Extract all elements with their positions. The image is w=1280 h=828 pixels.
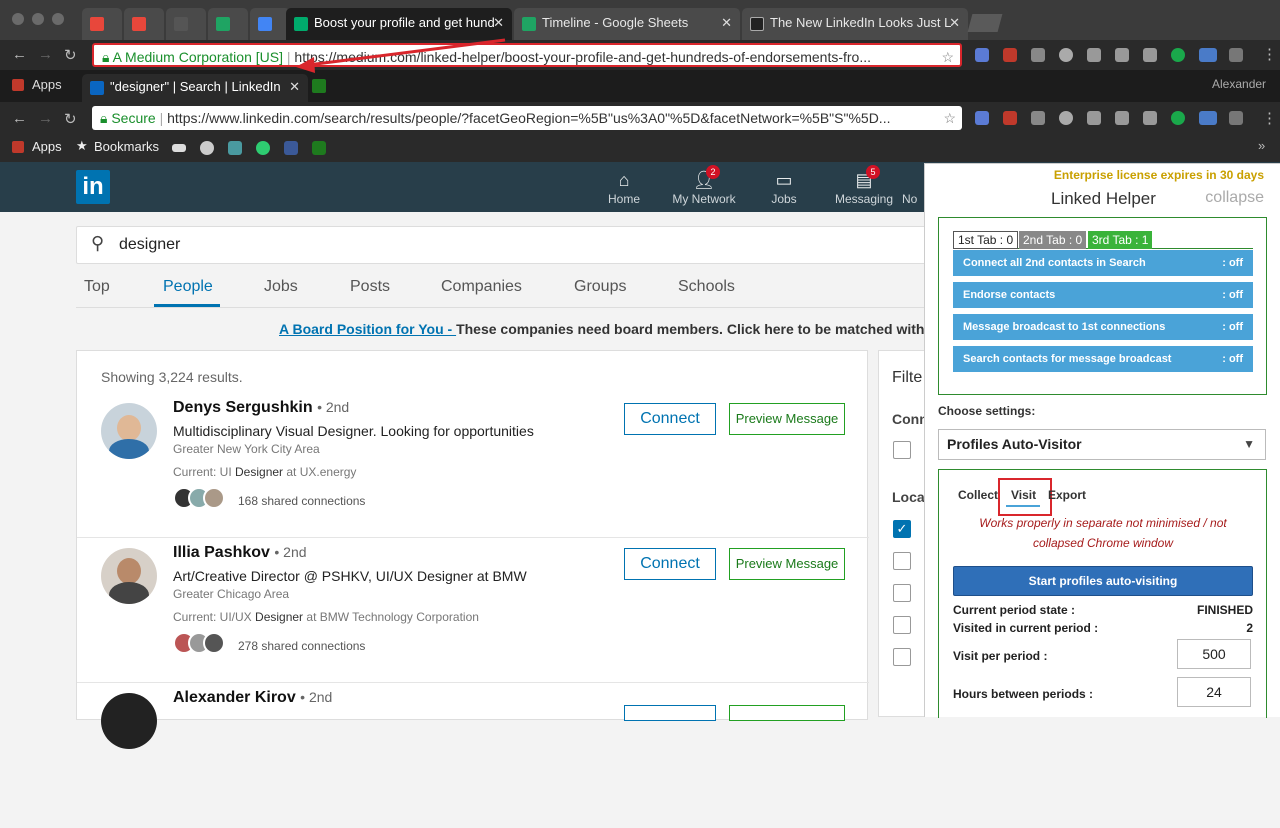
linkedin-logo[interactable]: in [76,170,110,204]
results-card: Showing 3,224 results. Denys Sergushkin … [76,350,869,749]
avatar[interactable] [101,403,157,459]
window-warning: Works properly in separate not minimised… [979,516,1227,550]
choose-settings-label: Choose settings: [938,404,1036,418]
filter-checkbox[interactable] [893,441,911,459]
person-current: Current: UI Designer at UX.energy [173,465,357,479]
search-box[interactable]: ⚲ designer [76,226,936,264]
tab-groups[interactable]: Groups [574,278,626,296]
search-contacts-button[interactable]: Search contacts for message broadcast: o… [953,346,1253,372]
nav-label: No [902,192,918,206]
connect-button[interactable]: Connect [624,403,716,435]
chevron-down-icon: ▼ [1243,437,1255,451]
nav-my-network[interactable]: 👤︎ 2 My Network [664,165,744,206]
annotation-box [998,478,1052,516]
tab-people[interactable]: People [163,278,213,296]
linked-helper-panel: Enterprise license expires in 30 days Li… [924,163,1280,718]
person-name[interactable]: Denys Sergushkin • 2nd [173,399,349,417]
shared-connections[interactable]: 278 shared connections [238,639,365,653]
tab-top[interactable]: Top [84,278,110,296]
filter-checkbox[interactable] [893,648,911,666]
chat-icon: ▤ [855,170,873,190]
result-row: Illia Pashkov • 2nd Art/Creative Directo… [77,538,869,683]
notification-badge: 2 [706,165,720,179]
subtab-collect[interactable]: Collect [958,488,998,502]
tab-jobs[interactable]: Jobs [264,278,298,296]
person-location: Greater Chicago Area [173,587,290,601]
nav-messaging[interactable]: ▤ 5 Messaging [824,165,904,206]
shared-connection-avatars[interactable] [173,487,225,512]
home-icon: ⌂ [618,170,630,190]
bell-icon [902,170,924,192]
nav-label: My Network [672,192,736,206]
filters-heading: Filte [892,369,923,386]
nav-label: Home [607,192,640,206]
tab-schools[interactable]: Schools [678,278,735,296]
ad-banner[interactable]: A Board Position for You - These compani… [279,321,924,337]
period-state-value: FINISHED [1196,603,1253,617]
avatar[interactable] [101,548,157,604]
tab-companies[interactable]: Companies [441,278,522,296]
person-name[interactable]: Alexander Kirov • 2nd [173,689,332,707]
person-headline: Multidisciplinary Visual Designer. Looki… [173,423,534,439]
preview-message-button[interactable]: Preview Message [729,403,845,435]
panel-title: Linked Helper [1051,189,1156,208]
subtab-export[interactable]: Export [1048,488,1086,502]
person-location: Greater New York City Area [173,442,320,456]
person-headline: Art/Creative Director @ PSHKV, UI/UX Des… [173,568,527,584]
helper-tabs: 1st Tab : 0 2nd Tab : 0 3rd Tab : 1 [953,231,1253,249]
people-icon: 👤︎ [692,170,716,190]
hours-between-input[interactable]: 24 [1177,677,1251,707]
nav-jobs[interactable]: ▭ Jobs [744,170,824,206]
nav-home[interactable]: ⌂ Home [584,170,664,206]
endorse-contacts-button[interactable]: Endorse contacts: off [953,282,1253,308]
result-row: Alexander Kirov • 2nd [77,683,869,828]
result-row: Denys Sergushkin • 2nd Multidisciplinary… [77,393,869,538]
connect-button[interactable]: Connect [624,548,716,580]
connection-degree: • 2nd [300,689,333,705]
filter-checkbox[interactable] [893,584,911,602]
notification-badge: 5 [866,165,880,179]
filter-checkbox[interactable] [893,616,911,634]
shared-connection-avatars[interactable] [173,632,225,657]
ad-link[interactable]: A Board Position for You - [279,321,456,337]
preview-message-button[interactable] [729,705,845,721]
tab-2nd[interactable]: 2nd Tab : 0 [1019,231,1087,249]
connect-button[interactable] [624,705,716,721]
search-icon: ⚲ [91,233,105,253]
filter-connections-heading: Conn [892,411,928,427]
person-name[interactable]: Illia Pashkov • 2nd [173,544,307,562]
message-broadcast-button[interactable]: Message broadcast to 1st connections: of… [953,314,1253,340]
tab-3rd[interactable]: 3rd Tab : 1 [1088,231,1153,249]
search-input[interactable]: designer [119,236,180,254]
person-current: Current: UI/UX Designer at BMW Technolog… [173,610,479,624]
filter-checkbox[interactable] [893,552,911,570]
tab-1st[interactable]: 1st Tab : 0 [953,231,1019,249]
visited-row: Visited in current period :2 [953,621,1253,635]
license-notice: Enterprise license expires in 30 days [1053,168,1264,182]
ad-text: These companies need board members. Clic… [456,321,924,337]
nav-label: Messaging [834,192,894,206]
nav-notifications[interactable]: No [902,170,924,206]
connection-degree: • 2nd [274,544,307,560]
connection-degree: • 2nd [317,399,350,415]
visited-value: 2 [1246,621,1253,635]
nav-label: Jobs [771,192,797,206]
collapse-link[interactable]: collapse [1205,189,1264,207]
period-state-row: Current period state : FINISHED [953,603,1253,617]
tab-posts[interactable]: Posts [350,278,390,296]
visit-per-period-input[interactable]: 500 [1177,639,1251,669]
preview-message-button[interactable]: Preview Message [729,548,845,580]
shared-connections[interactable]: 168 shared connections [238,494,365,508]
connect-all-button[interactable]: Connect all 2nd contacts in Search: off [953,250,1253,276]
start-auto-visiting-button[interactable]: Start profiles auto-visiting [953,566,1253,596]
settings-select[interactable]: Profiles Auto-Visitor ▼ [938,429,1266,460]
filter-checkbox-checked[interactable]: ✓ [893,520,911,538]
divider [76,307,924,308]
briefcase-icon: ▭ [775,170,793,190]
results-count: Showing 3,224 results. [101,369,243,385]
avatar[interactable] [101,693,157,749]
